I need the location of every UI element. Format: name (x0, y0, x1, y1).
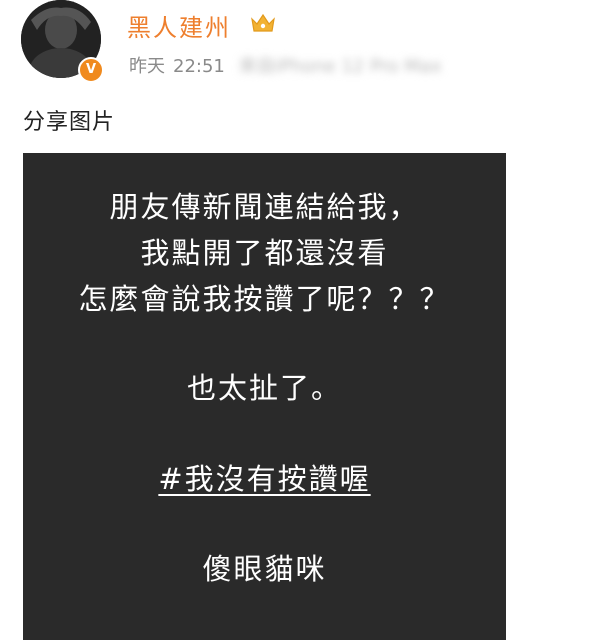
image-text-line: 怎麼會說我按讚了呢？？？ (78, 282, 451, 316)
hashtag-link[interactable]: #我沒有按讚喔 (23, 456, 506, 498)
image-text-line: 朋友傳新聞連結給我， (109, 190, 420, 224)
crown-icon (251, 13, 275, 32)
post-source: 來自iPhone 12 Pro Max (238, 56, 442, 77)
shared-image[interactable]: 朋友傳新聞連結給我， 我點開了都還沒看 怎麼會說我按讚了呢？？？ 也太扯了。 #… (23, 153, 506, 640)
image-text-line: 也太扯了。 (186, 371, 342, 405)
post-time: 22:51 (173, 56, 225, 77)
verified-badge-icon: V (78, 57, 104, 83)
post-header: V 黑人建州 昨天 22:51 來自iPhone 12 Pro Max (0, 0, 593, 90)
post-meta: 昨天 22:51 來自iPhone 12 Pro Max (129, 52, 441, 78)
post-text: 分享图片 (23, 110, 116, 135)
image-text-line: 我點開了都還沒看 (140, 236, 389, 270)
image-text-line: 傻眼貓咪 (202, 552, 327, 586)
post-date: 昨天 (129, 56, 165, 77)
username[interactable]: 黑人建州 (127, 8, 231, 43)
